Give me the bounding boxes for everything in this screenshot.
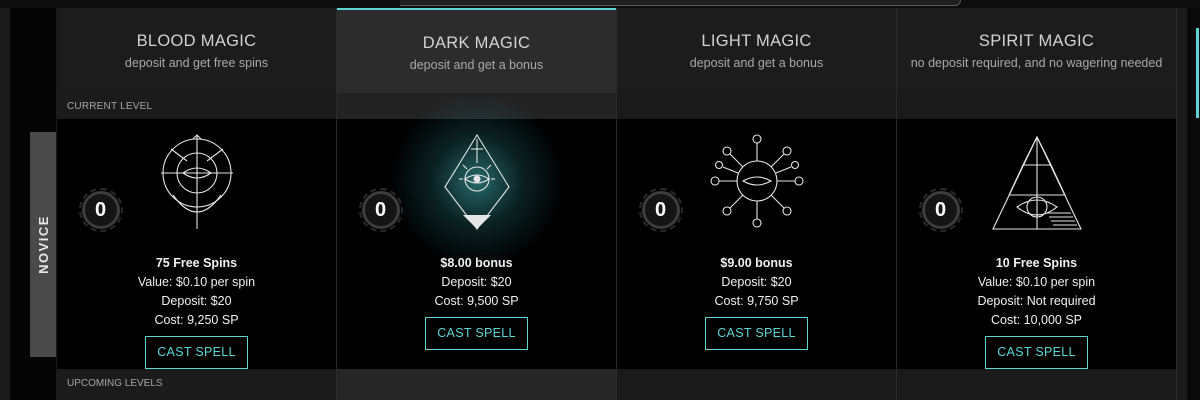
offer-details: 75 Free Spins Value: $0.10 per spin Depo… [57,254,336,369]
offer-line: Value: $0.10 per spin [977,275,1096,289]
spell-column-blood-magic: BLOOD MAGIC deposit and get free spins C… [57,8,337,400]
spell-card: 0 $8.00 bonus Deposit: $20 Cost: 9,500 S… [337,91,616,369]
cast-spell-button[interactable]: CAST SPELL [425,317,528,350]
cast-spell-button[interactable]: CAST SPELL [985,336,1088,369]
address-bar-edge [400,0,961,6]
dark-magic-sigil-icon [427,133,527,231]
offer-name: $9.00 bonus [720,256,793,270]
spell-column-spirit-magic: SPIRIT MAGIC no deposit required, and no… [897,8,1177,400]
offer-line: Deposit: $20 [441,275,512,289]
offer-line: Cost: 9,250 SP [154,313,239,327]
level-tab-novice[interactable]: NOVICE [30,132,56,357]
column-header: DARK MAGIC deposit and get a bonus [337,8,616,93]
current-level-label: CURRENT LEVEL [67,101,153,112]
scrollbar[interactable] [1187,8,1200,400]
column-title: BLOOD MAGIC [136,32,257,50]
upcoming-levels-strip [617,369,896,400]
level-progress-badge: 0 [638,188,683,232]
column-header: SPIRIT MAGIC no deposit required, and no… [897,8,1176,93]
cast-spell-button[interactable]: CAST SPELL [145,336,248,369]
column-subtitle: deposit and get a bonus [409,58,544,72]
offer-line: Deposit: $20 [161,294,232,308]
offer-line: Deposit: $20 [721,275,792,289]
blood-magic-sigil-icon [147,133,247,231]
column-title: DARK MAGIC [422,34,531,52]
spell-column-dark-magic: DARK MAGIC deposit and get a bonus 0 $8.… [337,8,617,400]
upcoming-levels-strip [337,369,616,400]
offer-details: $9.00 bonus Deposit: $20 Cost: 9,750 SP … [617,254,896,350]
offer-line: Cost: 9,750 SP [714,294,799,308]
offer-name: 75 Free Spins [155,256,238,270]
column-subtitle: deposit and get a bonus [689,56,824,70]
offer-line: Cost: 10,000 SP [990,313,1083,327]
upcoming-levels-strip [897,369,1176,400]
spell-grid: BLOOD MAGIC deposit and get free spins C… [57,8,1178,400]
level-progress-badge: 0 [358,188,403,232]
level-progress-badge: 0 [918,188,963,232]
spirit-magic-sigil-icon [987,133,1087,231]
spell-column-light-magic: LIGHT MAGIC deposit and get a bonus 0 $9… [617,8,897,400]
column-header: LIGHT MAGIC deposit and get a bonus [617,8,896,93]
spell-card: 0 10 Free Spins Value: $0.10 per spin De… [897,119,1176,369]
column-header: BLOOD MAGIC deposit and get free spins [57,8,336,93]
offer-line: Deposit: Not required [977,294,1096,308]
offer-line: Value: $0.10 per spin [137,275,256,289]
column-subtitle: no deposit required, and no wagering nee… [910,56,1163,70]
spell-card: 0 75 Free Spins Value: $0.10 per spin De… [57,119,336,369]
cast-spell-button[interactable]: CAST SPELL [705,317,808,350]
light-magic-sigil-icon [707,133,807,231]
scrollbar-thumb[interactable] [1196,28,1199,118]
upcoming-levels-strip: UPCOMING LEVELS [57,369,336,400]
offer-details: $8.00 bonus Deposit: $20 Cost: 9,500 SP … [337,254,616,350]
current-level-strip: CURRENT LEVEL [57,93,336,119]
current-level-strip [897,93,1176,119]
upcoming-levels-label: UPCOMING LEVELS [67,378,163,389]
column-title: LIGHT MAGIC [701,32,812,50]
level-progress-badge: 0 [78,188,123,232]
offer-name: $8.00 bonus [440,256,513,270]
browser-top-bar [0,0,1200,8]
offer-line: Cost: 9,500 SP [434,294,519,308]
spell-card: 0 $9.00 bonus Deposit: $20 Cost: 9,750 S… [617,119,896,369]
offer-name: 10 Free Spins [995,256,1078,270]
current-level-strip [617,93,896,119]
offer-details: 10 Free Spins Value: $0.10 per spin Depo… [897,254,1176,369]
column-subtitle: deposit and get free spins [124,56,269,70]
level-tab-label: NOVICE [35,215,51,274]
column-title: SPIRIT MAGIC [978,32,1095,50]
